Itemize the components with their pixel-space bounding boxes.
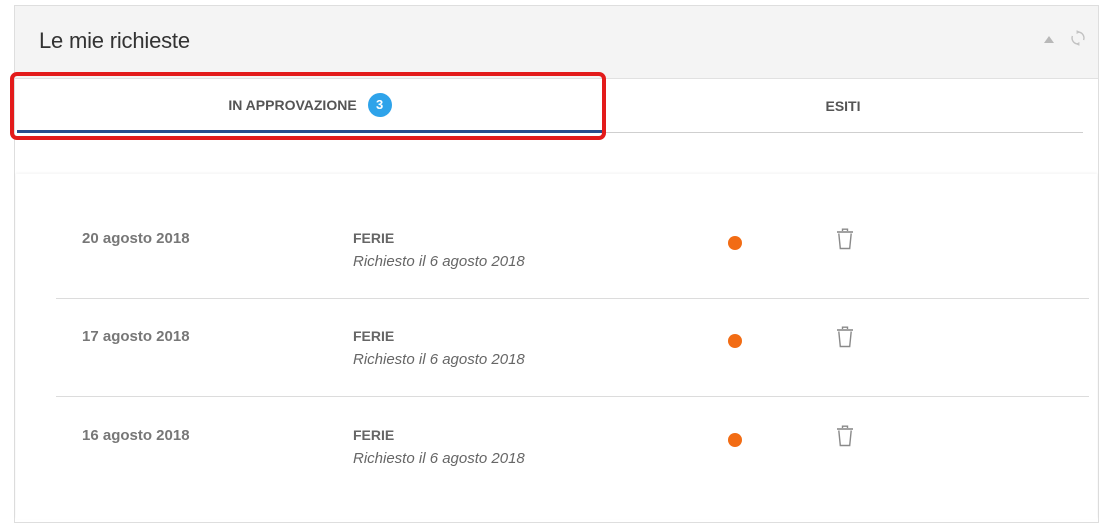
tab-esiti[interactable]: ESITI [603,79,1083,133]
collapse-up-icon[interactable] [1044,35,1054,43]
request-date: 17 agosto 2018 [82,328,190,345]
refresh-icon[interactable] [1070,30,1086,46]
tab-in-approvazione[interactable]: IN APPROVAZIONE 3 [17,79,603,133]
header-actions [1044,30,1086,46]
request-row: 20 agosto 2018 FERIE Richiesto il 6 agos… [56,201,1089,299]
requests-widget: Le mie richieste IN APPROVAZIONE 3 ESITI… [14,5,1099,523]
request-submitted-date: Richiesto il 6 agosto 2018 [353,450,525,467]
tab-esiti-label: ESITI [825,97,861,114]
widget-title: Le mie richieste [39,28,190,53]
trash-icon[interactable] [836,425,854,447]
status-pending-dot [728,334,742,348]
pending-count-badge: 3 [367,92,392,117]
tab-bar: IN APPROVAZIONE 3 ESITI [15,79,1083,135]
widget-header: Le mie richieste [15,6,1098,79]
request-date: 16 agosto 2018 [82,427,190,444]
request-row: 17 agosto 2018 FERIE Richiesto il 6 agos… [56,299,1089,397]
request-row: 16 agosto 2018 FERIE Richiesto il 6 agos… [56,398,1089,496]
request-submitted-date: Richiesto il 6 agosto 2018 [353,253,525,270]
status-pending-dot [728,433,742,447]
request-type: FERIE [353,427,395,443]
trash-icon[interactable] [836,228,854,250]
request-date: 20 agosto 2018 [82,230,190,247]
request-submitted-date: Richiesto il 6 agosto 2018 [353,351,525,368]
request-type: FERIE [353,328,395,344]
status-pending-dot [728,236,742,250]
trash-icon[interactable] [836,326,854,348]
requests-list: 20 agosto 2018 FERIE Richiesto il 6 agos… [16,174,1097,519]
request-type: FERIE [353,230,395,246]
tab-in-approvazione-label: IN APPROVAZIONE [228,96,357,113]
